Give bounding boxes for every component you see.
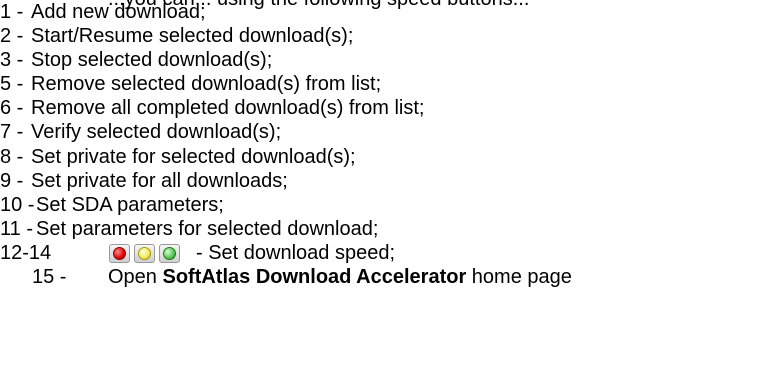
item-number: 7 - [0, 121, 24, 143]
item-text: Set private for all downloads; [31, 170, 288, 192]
green-speed-light-icon [159, 244, 180, 263]
item-text: Set parameters for selected download; [36, 218, 379, 240]
speed-buttons [109, 244, 182, 263]
item-number: 9 - [0, 170, 24, 192]
home-prefix: Open [108, 266, 163, 288]
product-name: SoftAtlas Download Accelerator [162, 266, 467, 288]
item-text: Stop selected download(s); [31, 49, 273, 71]
yellow-speed-light-icon [134, 244, 155, 263]
item-number: 11 - [0, 218, 33, 240]
item-text: Start/Resume selected download(s); [31, 25, 354, 47]
item-text: Open SoftAtlas Download Accelerator home… [108, 265, 572, 289]
item-text: Set private for selected download(s); [31, 146, 356, 168]
item-number: 8 - [0, 146, 24, 168]
item-text: Set SDA parameters; [36, 194, 224, 216]
item-number: 2 - [0, 25, 24, 47]
item-text: Remove selected download(s) from list; [31, 73, 382, 95]
item-number: 1 - [0, 1, 24, 23]
item-text: Add new download; [31, 1, 206, 23]
item-number: 6 - [0, 97, 24, 119]
home-suffix: home page [466, 266, 572, 288]
item-number: 15 - [32, 266, 67, 288]
item-text: Verify selected download(s); [31, 121, 282, 143]
item-number: 5 - [0, 73, 24, 95]
item-number: 10 - [0, 194, 35, 216]
item-number: 12-14 [0, 242, 52, 264]
red-speed-light-icon [109, 244, 130, 263]
item-text: Remove all completed download(s) from li… [31, 97, 425, 119]
item-text: - Set download speed; [196, 242, 396, 264]
item-number: 3 - [0, 49, 24, 71]
